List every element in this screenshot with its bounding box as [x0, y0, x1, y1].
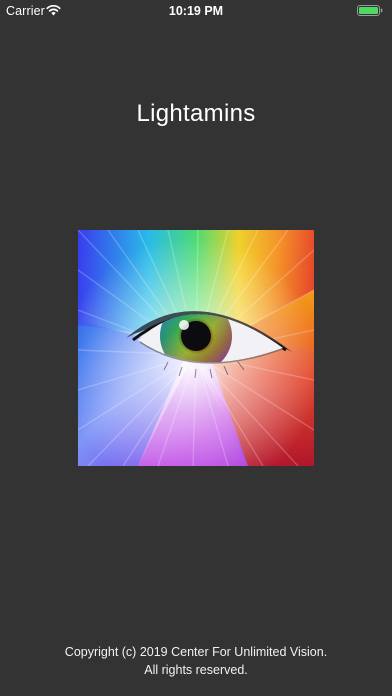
battery-icon [357, 5, 383, 16]
rainbow-eye-image [78, 230, 314, 466]
app-title: Lightamins [136, 100, 256, 127]
rights-reserved-text: All rights reserved. [144, 663, 248, 677]
footer: Copyright (c) 2019 Center For Unlimited … [0, 643, 392, 679]
copyright-text: Copyright (c) 2019 Center For Unlimited … [64, 645, 328, 659]
status-bar: Carrier 10:19 PM [0, 0, 392, 22]
status-time: 10:19 PM [168, 4, 224, 18]
